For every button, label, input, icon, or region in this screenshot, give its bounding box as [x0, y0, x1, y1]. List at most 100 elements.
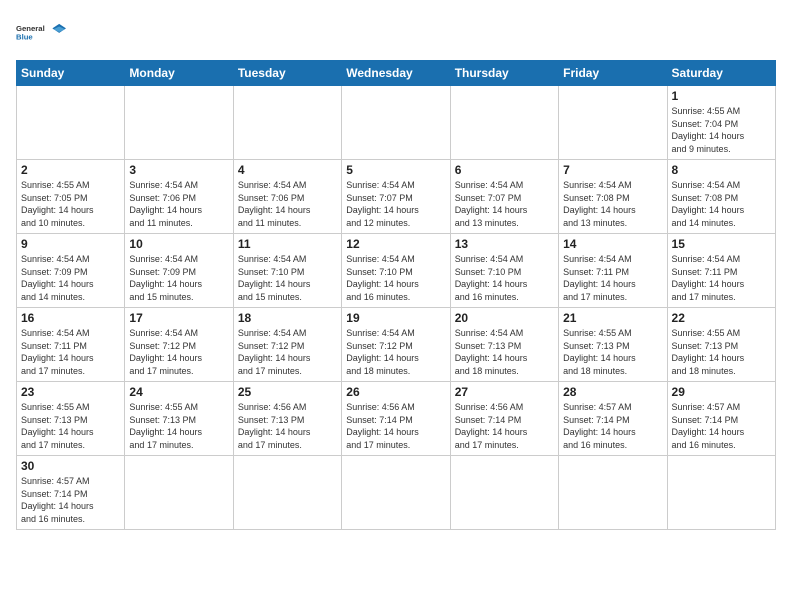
day-info: Sunrise: 4:54 AM Sunset: 7:08 PM Dayligh… — [672, 179, 771, 229]
day-number: 18 — [238, 311, 337, 325]
day-number: 2 — [21, 163, 120, 177]
weekday-friday: Friday — [559, 61, 667, 86]
table-cell: 8 Sunrise: 4:54 AM Sunset: 7:08 PM Daylig… — [667, 160, 775, 234]
day-number: 14 — [563, 237, 662, 251]
table-cell — [450, 86, 558, 160]
day-info: Sunrise: 4:55 AM Sunset: 7:13 PM Dayligh… — [129, 401, 228, 451]
day-info: Sunrise: 4:54 AM Sunset: 7:12 PM Dayligh… — [346, 327, 445, 377]
weekday-thursday: Thursday — [450, 61, 558, 86]
day-info: Sunrise: 4:54 AM Sunset: 7:11 PM Dayligh… — [21, 327, 120, 377]
day-info: Sunrise: 4:56 AM Sunset: 7:14 PM Dayligh… — [455, 401, 554, 451]
day-number: 25 — [238, 385, 337, 399]
table-cell: 25Sunrise: 4:56 AM Sunset: 7:13 PM Dayli… — [233, 382, 341, 456]
day-number: 22 — [672, 311, 771, 325]
day-info: Sunrise: 4:56 AM Sunset: 7:14 PM Dayligh… — [346, 401, 445, 451]
table-cell — [342, 456, 450, 530]
day-number: 3 — [129, 163, 228, 177]
table-cell: 21 Sunrise: 4:55 AM Sunset: 7:13 PM Dayli… — [559, 308, 667, 382]
weekday-saturday: Saturday — [667, 61, 775, 86]
weekday-monday: Monday — [125, 61, 233, 86]
day-number: 7 — [563, 163, 662, 177]
table-cell: 28 Sunrise: 4:57 AM Sunset: 7:14 PM Dayli… — [559, 382, 667, 456]
day-number: 16 — [21, 311, 120, 325]
week-row-4: 16 Sunrise: 4:54 AM Sunset: 7:11 PM Dayli… — [17, 308, 776, 382]
day-number: 27 — [455, 385, 554, 399]
table-cell — [233, 456, 341, 530]
header: General Blue — [16, 12, 776, 52]
day-number: 29 — [672, 385, 771, 399]
weekday-wednesday: Wednesday — [342, 61, 450, 86]
day-number: 10 — [129, 237, 228, 251]
day-info: Sunrise: 4:57 AM Sunset: 7:14 PM Dayligh… — [21, 475, 120, 525]
day-number: 26 — [346, 385, 445, 399]
table-cell: 13 Sunrise: 4:54 AM Sunset: 7:10 PM Dayli… — [450, 234, 558, 308]
week-row-5: 23 Sunrise: 4:55 AM Sunset: 7:13 PM Dayli… — [17, 382, 776, 456]
day-info: Sunrise: 4:54 AM Sunset: 7:09 PM Dayligh… — [129, 253, 228, 303]
table-cell — [559, 86, 667, 160]
table-cell: 17Sunrise: 4:54 AM Sunset: 7:12 PM Dayli… — [125, 308, 233, 382]
day-number: 13 — [455, 237, 554, 251]
day-info: Sunrise: 4:54 AM Sunset: 7:08 PM Dayligh… — [563, 179, 662, 229]
day-number: 20 — [455, 311, 554, 325]
table-cell — [667, 456, 775, 530]
day-info: Sunrise: 4:54 AM Sunset: 7:10 PM Dayligh… — [455, 253, 554, 303]
table-cell: 30 Sunrise: 4:57 AM Sunset: 7:14 PM Dayli… — [17, 456, 125, 530]
day-info: Sunrise: 4:54 AM Sunset: 7:06 PM Dayligh… — [129, 179, 228, 229]
day-info: Sunrise: 4:55 AM Sunset: 7:05 PM Dayligh… — [21, 179, 120, 229]
day-info: Sunrise: 4:55 AM Sunset: 7:13 PM Dayligh… — [21, 401, 120, 451]
day-info: Sunrise: 4:55 AM Sunset: 7:13 PM Dayligh… — [563, 327, 662, 377]
weekday-header-row: SundayMondayTuesdayWednesdayThursdayFrid… — [17, 61, 776, 86]
table-cell: 22 Sunrise: 4:55 AM Sunset: 7:13 PM Dayli… — [667, 308, 775, 382]
day-number: 8 — [672, 163, 771, 177]
day-number: 17 — [129, 311, 228, 325]
week-row-1: 1Sunrise: 4:55 AM Sunset: 7:04 PM Daylig… — [17, 86, 776, 160]
table-cell: 24Sunrise: 4:55 AM Sunset: 7:13 PM Dayli… — [125, 382, 233, 456]
day-number: 9 — [21, 237, 120, 251]
table-cell — [450, 456, 558, 530]
table-cell — [125, 456, 233, 530]
table-cell — [233, 86, 341, 160]
table-cell — [125, 86, 233, 160]
day-info: Sunrise: 4:54 AM Sunset: 7:13 PM Dayligh… — [455, 327, 554, 377]
table-cell: 27 Sunrise: 4:56 AM Sunset: 7:14 PM Dayli… — [450, 382, 558, 456]
generalblue-logo-icon: General Blue — [16, 12, 66, 52]
svg-text:General: General — [16, 24, 45, 33]
day-number: 12 — [346, 237, 445, 251]
weekday-tuesday: Tuesday — [233, 61, 341, 86]
table-cell: 9 Sunrise: 4:54 AM Sunset: 7:09 PM Daylig… — [17, 234, 125, 308]
day-info: Sunrise: 4:54 AM Sunset: 7:11 PM Dayligh… — [672, 253, 771, 303]
day-number: 6 — [455, 163, 554, 177]
table-cell — [342, 86, 450, 160]
week-row-2: 2 Sunrise: 4:55 AM Sunset: 7:05 PM Daylig… — [17, 160, 776, 234]
day-number: 23 — [21, 385, 120, 399]
day-info: Sunrise: 4:54 AM Sunset: 7:09 PM Dayligh… — [21, 253, 120, 303]
day-number: 5 — [346, 163, 445, 177]
calendar-table: SundayMondayTuesdayWednesdayThursdayFrid… — [16, 60, 776, 530]
day-number: 4 — [238, 163, 337, 177]
day-info: Sunrise: 4:57 AM Sunset: 7:14 PM Dayligh… — [672, 401, 771, 451]
table-cell: 4Sunrise: 4:54 AM Sunset: 7:06 PM Daylig… — [233, 160, 341, 234]
table-cell: 7 Sunrise: 4:54 AM Sunset: 7:08 PM Daylig… — [559, 160, 667, 234]
day-number: 21 — [563, 311, 662, 325]
day-number: 1 — [672, 89, 771, 103]
table-cell: 18 Sunrise: 4:54 AM Sunset: 7:12 PM Dayli… — [233, 308, 341, 382]
weekday-sunday: Sunday — [17, 61, 125, 86]
day-number: 19 — [346, 311, 445, 325]
table-cell: 10 Sunrise: 4:54 AM Sunset: 7:09 PM Dayli… — [125, 234, 233, 308]
table-cell: 1Sunrise: 4:55 AM Sunset: 7:04 PM Daylig… — [667, 86, 775, 160]
table-cell: 3 Sunrise: 4:54 AM Sunset: 7:06 PM Daylig… — [125, 160, 233, 234]
day-number: 30 — [21, 459, 120, 473]
day-number: 11 — [238, 237, 337, 251]
day-number: 28 — [563, 385, 662, 399]
day-info: Sunrise: 4:54 AM Sunset: 7:11 PM Dayligh… — [563, 253, 662, 303]
day-number: 15 — [672, 237, 771, 251]
table-cell: 2 Sunrise: 4:55 AM Sunset: 7:05 PM Daylig… — [17, 160, 125, 234]
day-info: Sunrise: 4:55 AM Sunset: 7:13 PM Dayligh… — [672, 327, 771, 377]
table-cell — [17, 86, 125, 160]
day-info: Sunrise: 4:57 AM Sunset: 7:14 PM Dayligh… — [563, 401, 662, 451]
table-cell: 15 Sunrise: 4:54 AM Sunset: 7:11 PM Dayli… — [667, 234, 775, 308]
table-cell: 14 Sunrise: 4:54 AM Sunset: 7:11 PM Dayli… — [559, 234, 667, 308]
day-info: Sunrise: 4:54 AM Sunset: 7:12 PM Dayligh… — [238, 327, 337, 377]
table-cell: 29 Sunrise: 4:57 AM Sunset: 7:14 PM Dayli… — [667, 382, 775, 456]
week-row-6: 30 Sunrise: 4:57 AM Sunset: 7:14 PM Dayli… — [17, 456, 776, 530]
